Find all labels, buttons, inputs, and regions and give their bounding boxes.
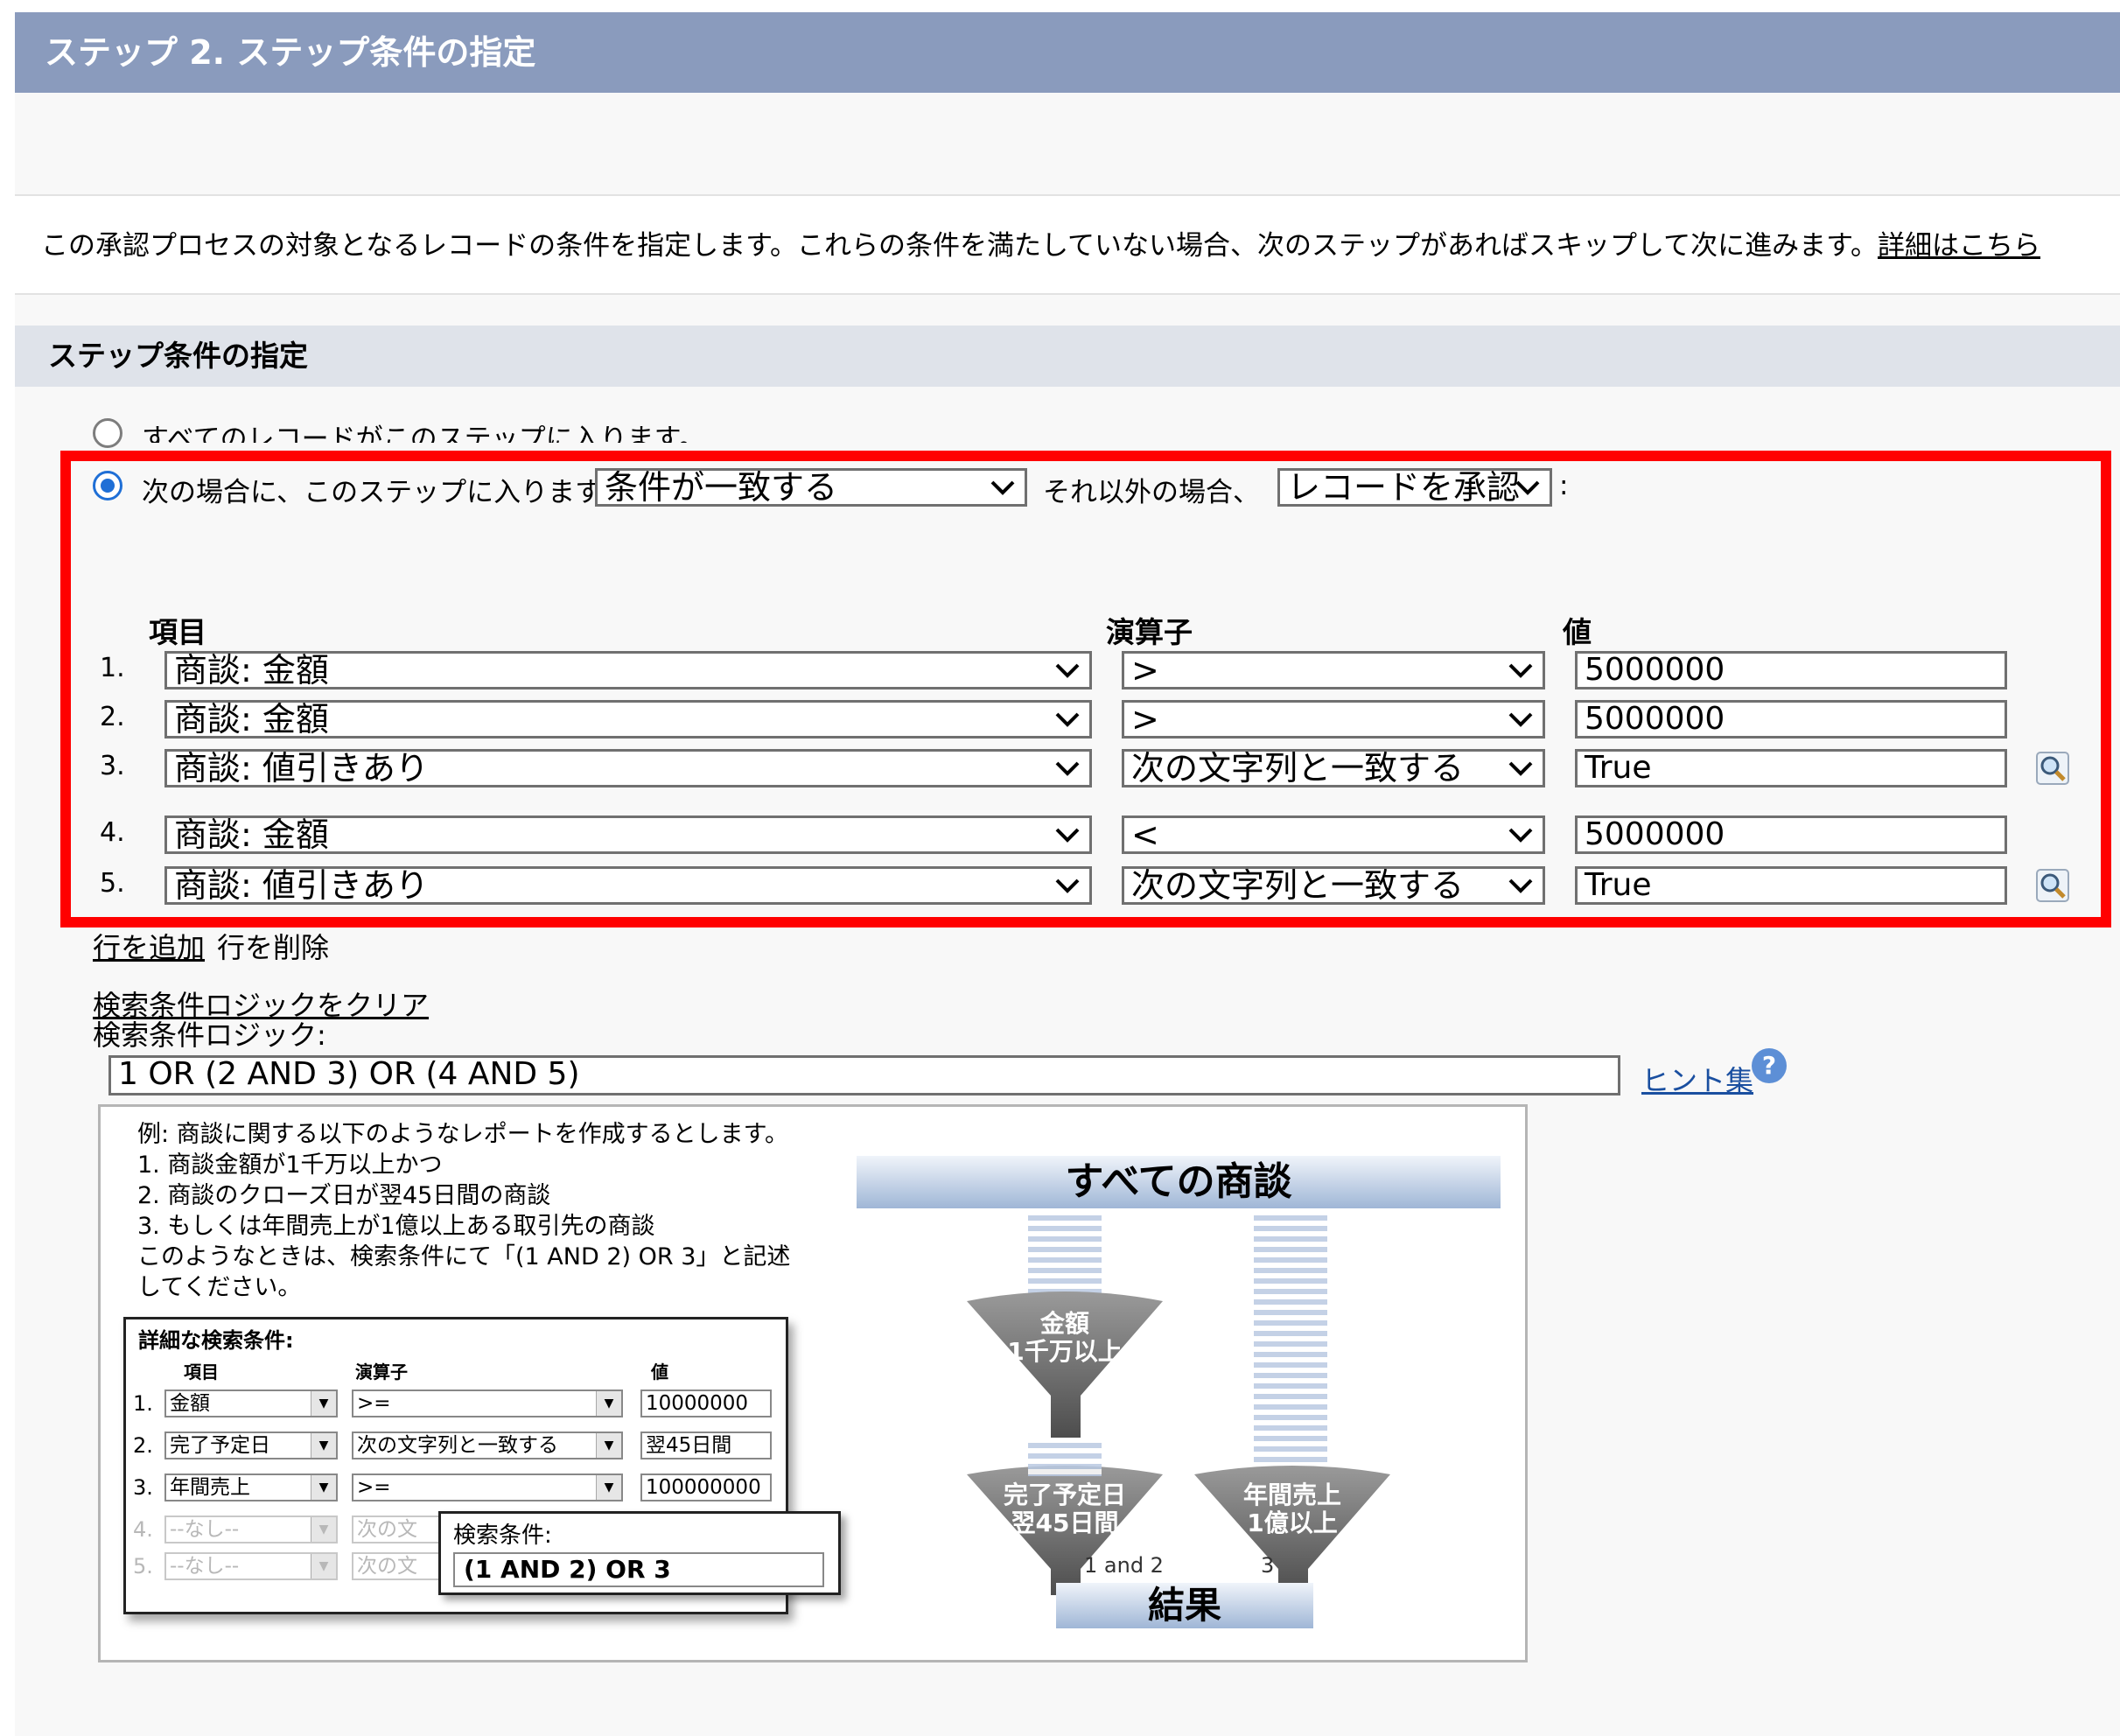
funnel-text: 年間売上 <box>1242 1480 1341 1509</box>
funnel-annual-revenue-label: 年間売上 1億以上 <box>1203 1481 1382 1537</box>
radio-all-records-label: すべてのレコードがこのステップに入ります。 <box>142 424 706 443</box>
funnel-text: 完了予定日 <box>1003 1480 1126 1509</box>
label-3: 3 <box>1261 1553 1275 1578</box>
description-text: この承認プロセスの対象となるレコードの条件を指定します。これらの条件を満たしてい… <box>41 230 1879 262</box>
description: この承認プロセスの対象となるレコードの条件を指定します。これらの条件を満たしてい… <box>15 194 2120 295</box>
page-title: ステップ 2. ステップ条件の指定 <box>15 12 2120 93</box>
funnel-text: 1億以上 <box>1247 1508 1338 1537</box>
logic-label: 検索条件ロジック: <box>93 1018 326 1052</box>
funnel-text: 金額 <box>1039 1309 1089 1338</box>
funnel-close-date-label: 完了予定日 翌45日間 <box>976 1481 1154 1537</box>
funnel-diagram <box>967 1292 1390 1595</box>
label-1-and-2: 1 and 2 <box>1084 1553 1164 1578</box>
banner-result: 結果 <box>1056 1583 1313 1628</box>
radio-all-records[interactable] <box>93 418 122 448</box>
details-link[interactable]: 詳細はこちら <box>1878 230 2040 262</box>
logic-input[interactable]: 1 OR (2 AND 3) OR (4 AND 5) <box>108 1055 1620 1096</box>
funnel-amount-label: 金額 1千万以上 <box>976 1310 1154 1366</box>
add-row-link[interactable]: 行を追加 <box>93 926 205 966</box>
help-icon[interactable]: ? <box>1752 1048 1787 1083</box>
example-box: 例: 商談に関する以下のようなレポートを作成するとします。 1. 商談金額が1千… <box>98 1104 1528 1662</box>
funnel-text: 1千万以上 <box>1007 1337 1123 1366</box>
section-title: ステップ条件の指定 <box>15 326 2120 387</box>
highlight-box <box>60 451 2111 928</box>
delete-row-text: 行を削除 <box>217 931 330 964</box>
flow-arrows <box>1028 1438 1102 1476</box>
funnel-text: 翌45日間 <box>1011 1508 1119 1537</box>
hints-link[interactable]: ヒント集 <box>1641 1059 1753 1099</box>
